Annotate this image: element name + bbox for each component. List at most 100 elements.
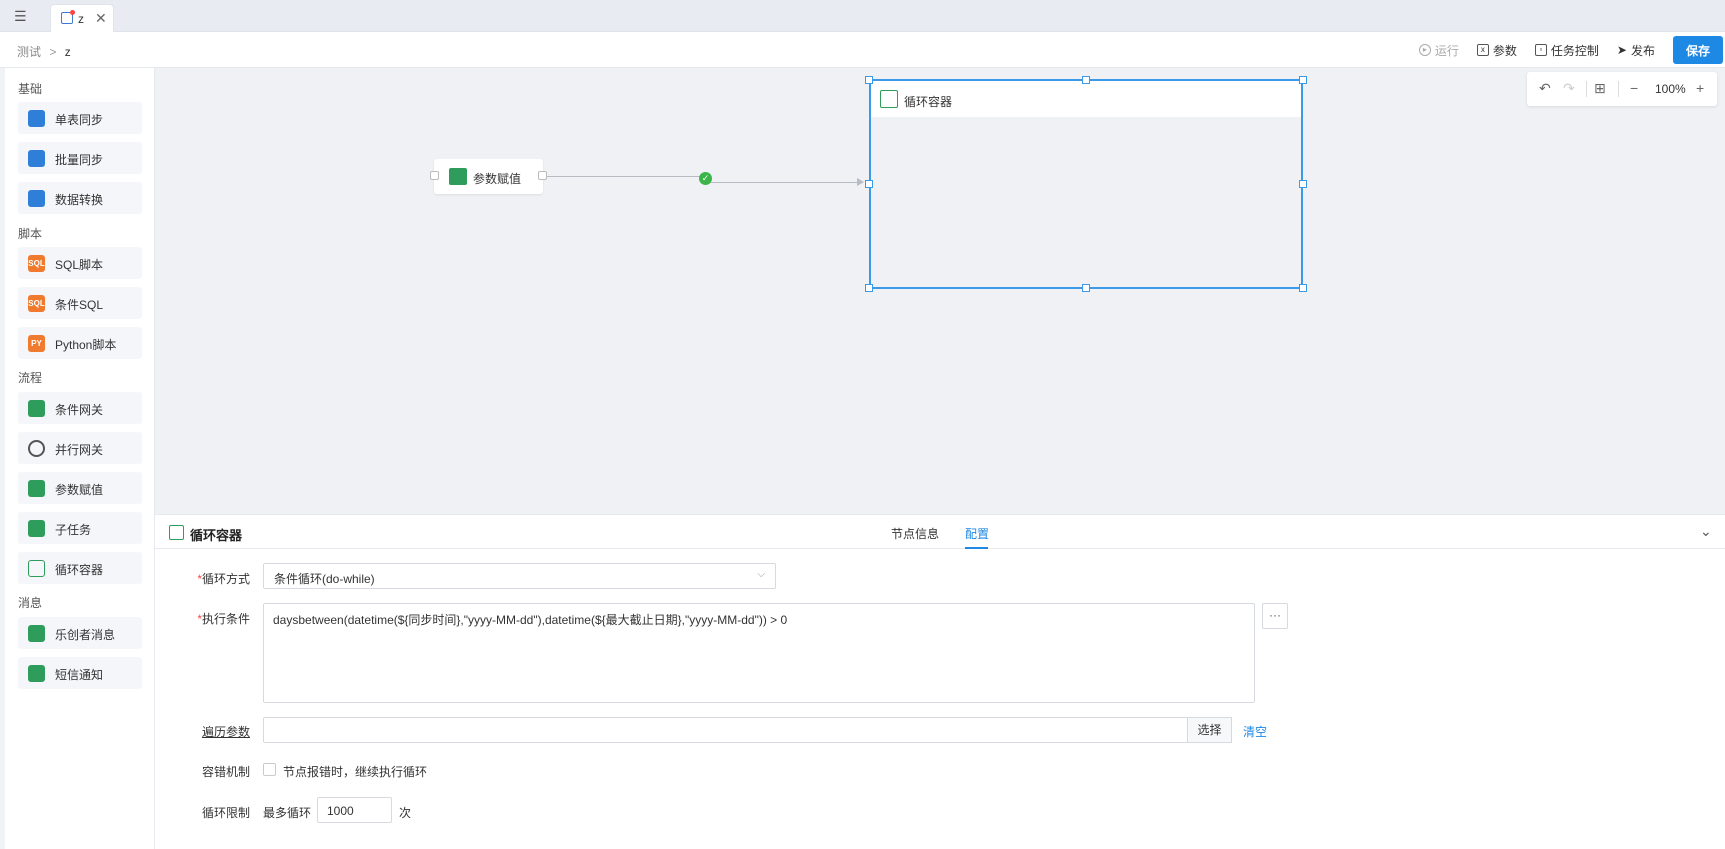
edge-arrow <box>857 178 864 186</box>
divider <box>1618 81 1619 97</box>
breadcrumb-current: z <box>64 45 71 59</box>
tool-param-assign[interactable]: 参数赋值 <box>18 472 142 504</box>
unsaved-dot <box>70 10 75 15</box>
input-port[interactable] <box>430 171 439 180</box>
clear-link[interactable]: 清空 <box>1243 723 1267 740</box>
tool-parallel-gateway[interactable]: 并行网关 <box>18 432 142 464</box>
iter-param-label: 遍历参数 <box>201 725 250 739</box>
tool-python-script[interactable]: PY Python脚本 <box>18 327 142 359</box>
max-loops-input[interactable]: 1000 <box>317 797 392 823</box>
tool-subtask[interactable]: 子任务 <box>18 512 142 544</box>
group-title-flow: 流程 <box>18 371 43 385</box>
resize-handle[interactable] <box>865 284 873 292</box>
task-control-button[interactable]: ▫ 任务控制 <box>1534 42 1599 59</box>
group-title-script: 脚本 <box>18 227 43 241</box>
param-assign-icon <box>449 168 467 185</box>
active-tab-indicator <box>965 547 988 549</box>
tool-sms-notify[interactable]: 短信通知 <box>18 657 142 689</box>
loop-icon <box>880 90 898 108</box>
resize-handle[interactable] <box>1299 180 1307 188</box>
batch-sync-icon <box>28 150 45 167</box>
group-title-basic: 基础 <box>18 82 43 96</box>
toolbar-actions: ▸ 运行 x 参数 ▫ 任务控制 ➤ 发布 保存 <box>1418 35 1725 65</box>
max-loops-label: 最多循环 <box>263 806 312 820</box>
tool-lechuangzhe-message[interactable]: 乐创者消息 <box>18 617 142 649</box>
zoom-in-icon[interactable]: + <box>1696 80 1704 96</box>
tab-z[interactable]: z ✕ <box>50 4 114 32</box>
subtask-icon <box>28 520 45 537</box>
resize-handle[interactable] <box>1082 284 1090 292</box>
component-sidebar: 基础 单表同步 批量同步 数据转换 脚本 SQL SQL脚本 SQL 条件SQL… <box>0 68 155 849</box>
continue-on-error-checkbox[interactable] <box>263 763 276 776</box>
breadcrumb: 测试 > z <box>17 43 71 60</box>
exec-condition-textarea[interactable]: daysbetween(datetime(${同步时间},"yyyy-MM-dd… <box>263 603 1255 703</box>
loop-limit-label: 循环限制 <box>201 806 250 820</box>
zoom-level: 100% <box>1655 82 1686 96</box>
document-icon: x <box>1476 44 1489 56</box>
resize-handle[interactable] <box>865 180 873 188</box>
panel-title: 循环容器 <box>190 528 243 543</box>
redo-icon[interactable]: ↷ <box>1563 80 1575 96</box>
loop-container-header: 循环容器 <box>871 81 1301 117</box>
iter-param-input[interactable] <box>263 717 1188 743</box>
python-icon: PY <box>28 335 45 352</box>
tool-data-transform[interactable]: 数据转换 <box>18 182 142 214</box>
close-icon[interactable]: ✕ <box>95 10 107 27</box>
fit-view-icon[interactable]: ⊞ <box>1594 80 1606 96</box>
loop-mode-select[interactable]: 条件循环(do-while) ⌵ <box>263 563 776 589</box>
loop-icon <box>169 525 184 540</box>
node-param-assign[interactable]: 参数赋值 <box>434 159 543 194</box>
node-loop-container[interactable]: 循环容器 <box>869 79 1303 289</box>
exec-condition-label: *执行条件 <box>197 612 250 626</box>
panel-header: 循环容器 节点信息 配置 ⌄ <box>155 515 1725 549</box>
more-button[interactable]: ··· <box>1262 603 1288 629</box>
tool-conditional-sql[interactable]: SQL 条件SQL <box>18 287 142 319</box>
group-title-message: 消息 <box>18 596 43 610</box>
chevron-down-icon: ⌵ <box>757 569 765 580</box>
publish-button[interactable]: ➤ 发布 <box>1617 42 1655 59</box>
play-icon: ▸ <box>1418 44 1431 56</box>
tool-sql-script[interactable]: SQL SQL脚本 <box>18 247 142 279</box>
run-button[interactable]: ▸ 运行 <box>1418 42 1459 59</box>
resize-handle[interactable] <box>865 76 873 84</box>
tool-loop-container[interactable]: 循环容器 <box>18 552 142 584</box>
transform-icon <box>28 190 45 207</box>
toolbar: 测试 > z ▸ 运行 x 参数 ▫ 任务控制 ➤ 发布 保存 <box>0 32 1725 68</box>
gateway-icon <box>28 400 45 417</box>
tab-node-info[interactable]: 节点信息 <box>891 525 939 542</box>
control-icon: ▫ <box>1534 44 1547 56</box>
chevron-down-icon[interactable]: ⌄ <box>1700 523 1712 540</box>
loop-mode-label: *循环方式 <box>197 572 250 586</box>
menu-toggle-icon[interactable]: ☰ <box>14 8 30 24</box>
parallel-icon <box>28 440 45 457</box>
output-port[interactable] <box>538 171 547 180</box>
bell-icon <box>28 625 45 642</box>
save-button[interactable]: 保存 <box>1673 36 1723 64</box>
resize-handle[interactable] <box>1299 76 1307 84</box>
tab-label: z <box>78 12 84 26</box>
tool-batch-sync[interactable]: 批量同步 <box>18 142 142 174</box>
tab-config[interactable]: 配置 <box>965 525 989 542</box>
zoom-out-icon[interactable]: − <box>1630 80 1638 96</box>
breadcrumb-parent[interactable]: 测试 <box>17 45 41 59</box>
sidebar-edge <box>0 68 5 849</box>
tab-bar: ☰ z ✕ <box>0 0 1725 32</box>
times-label: 次 <box>399 806 412 820</box>
divider <box>1586 81 1587 97</box>
breadcrumb-separator: > <box>49 45 57 59</box>
tool-single-table-sync[interactable]: 单表同步 <box>18 102 142 134</box>
resize-handle[interactable] <box>1299 284 1307 292</box>
edge-line <box>547 176 705 177</box>
continue-on-error-label: 节点报错时，继续执行循环 <box>283 765 428 779</box>
undo-icon[interactable]: ↶ <box>1539 80 1551 96</box>
success-check-icon[interactable]: ✓ <box>699 172 712 185</box>
resize-handle[interactable] <box>1082 76 1090 84</box>
conditional-sql-icon: SQL <box>28 295 45 312</box>
select-button[interactable]: 选择 <box>1188 717 1232 743</box>
sync-icon <box>28 110 45 127</box>
params-button[interactable]: x 参数 <box>1476 42 1517 59</box>
tool-conditional-gateway[interactable]: 条件网关 <box>18 392 142 424</box>
send-icon: ➤ <box>1616 43 1627 57</box>
param-assign-icon <box>28 480 45 497</box>
edge-line <box>705 182 863 183</box>
